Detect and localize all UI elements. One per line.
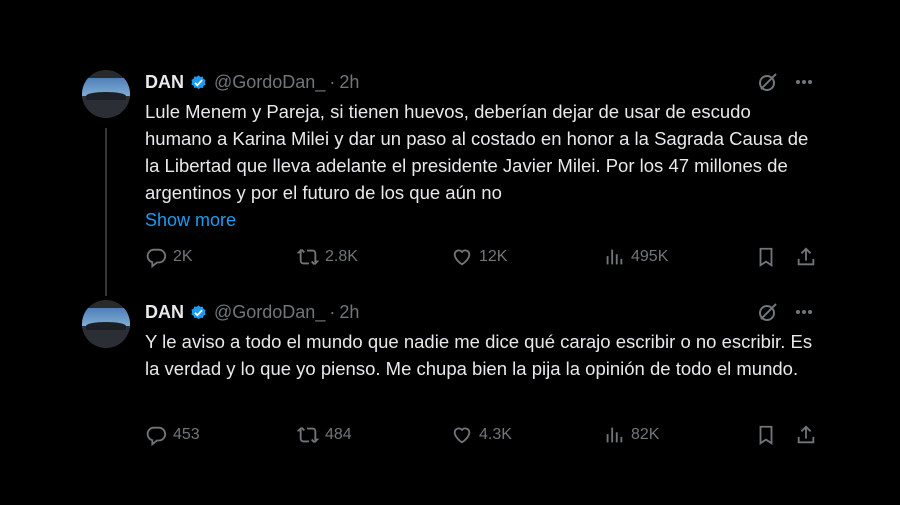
avatar[interactable] <box>82 70 130 118</box>
bookmark-button[interactable] <box>755 424 783 446</box>
avatar[interactable] <box>82 300 130 348</box>
like-count: 12K <box>479 248 508 265</box>
tweet-actions: 2K 2.8K 12K 495K <box>145 245 820 269</box>
more-icon[interactable] <box>794 72 814 92</box>
share-icon <box>797 425 815 444</box>
reply-icon <box>146 426 167 446</box>
verified-badge-icon <box>191 74 206 89</box>
tweet-actions: 453 484 4.3K 82K <box>145 423 820 447</box>
bookmark-icon <box>759 425 773 445</box>
bookmark-icon <box>759 247 773 267</box>
reply-button[interactable]: 2K <box>145 246 193 268</box>
like-button[interactable]: 12K <box>451 246 507 268</box>
retweet-icon <box>297 249 319 265</box>
separator: · <box>329 71 336 92</box>
retweet-count: 2.8K <box>325 248 358 265</box>
grok-icon[interactable] <box>758 302 778 322</box>
reply-count: 2K <box>173 248 193 265</box>
reply-button[interactable]: 453 <box>145 424 200 446</box>
verified-badge-icon <box>191 304 206 319</box>
bookmark-button[interactable] <box>755 246 783 268</box>
like-icon <box>453 427 471 444</box>
views-button[interactable]: 495K <box>603 246 668 268</box>
tweet-text: Lule Menem y Pareja, si tienen huevos, d… <box>145 101 809 203</box>
user-handle[interactable]: @GordoDan_ <box>214 302 325 323</box>
user-handle[interactable]: @GordoDan_ <box>214 72 325 93</box>
retweet-count: 484 <box>325 426 352 443</box>
share-icon <box>797 247 815 266</box>
tweet-1[interactable]: DAN @GordoDan_ · 2h Lule Menem y Pareja,… <box>82 70 822 270</box>
reply-count: 453 <box>173 426 200 443</box>
separator: · <box>329 301 336 322</box>
timestamp[interactable]: 2h <box>339 72 359 93</box>
view-count: 495K <box>631 248 669 265</box>
retweet-icon <box>297 427 319 443</box>
views-icon <box>606 249 623 265</box>
more-icon[interactable] <box>794 302 814 322</box>
timestamp[interactable]: 2h <box>339 302 359 323</box>
reply-icon <box>146 248 167 268</box>
retweet-button[interactable]: 484 <box>297 424 352 446</box>
tweet-header: DAN @GordoDan_ · 2h <box>145 300 820 324</box>
tweet-text: Y le aviso a todo el mundo que nadie me … <box>145 331 813 379</box>
tweet-2[interactable]: DAN @GordoDan_ · 2h Y le aviso a todo el… <box>82 300 822 460</box>
like-icon <box>453 249 471 266</box>
views-icon <box>606 427 623 443</box>
views-button[interactable]: 82K <box>603 424 659 446</box>
display-name[interactable]: DAN <box>145 302 184 323</box>
tweet-header: DAN @GordoDan_ · 2h <box>145 70 820 94</box>
like-count: 4.3K <box>479 426 512 443</box>
like-button[interactable]: 4.3K <box>451 424 512 446</box>
share-button[interactable] <box>795 424 823 446</box>
display-name[interactable]: DAN <box>145 72 184 93</box>
retweet-button[interactable]: 2.8K <box>297 246 358 268</box>
grok-icon[interactable] <box>758 72 778 92</box>
share-button[interactable] <box>795 246 823 268</box>
view-count: 82K <box>631 426 660 443</box>
show-more-link[interactable]: Show more <box>145 207 236 233</box>
